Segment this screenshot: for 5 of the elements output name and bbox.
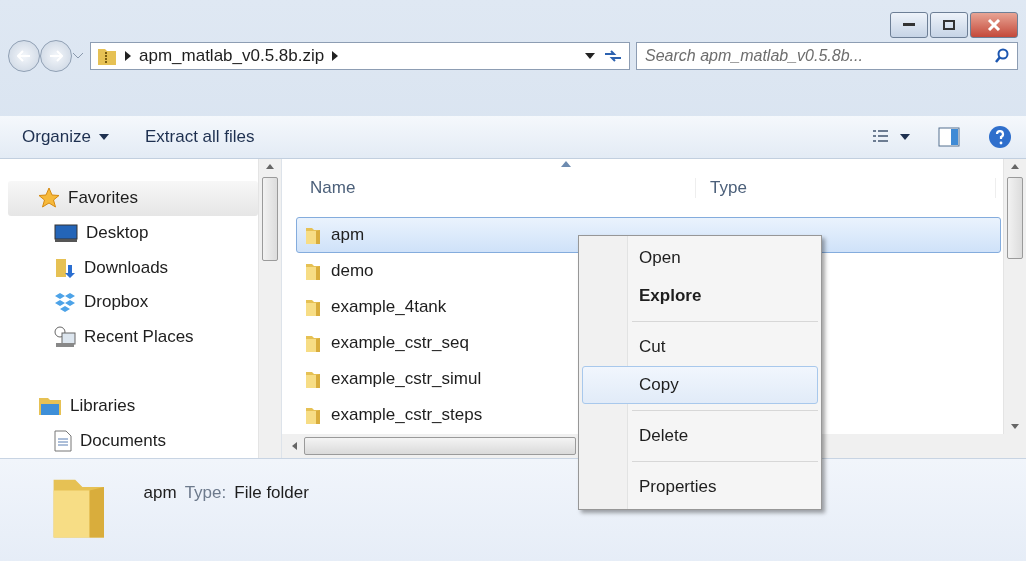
file-name: apm: [331, 225, 365, 245]
type-value: File folder: [234, 483, 309, 503]
address-path: apm_matlab_v0.5.8b.zip: [139, 46, 325, 66]
type-label: Type:: [184, 483, 227, 503]
selected-item-name: apm: [143, 483, 177, 503]
